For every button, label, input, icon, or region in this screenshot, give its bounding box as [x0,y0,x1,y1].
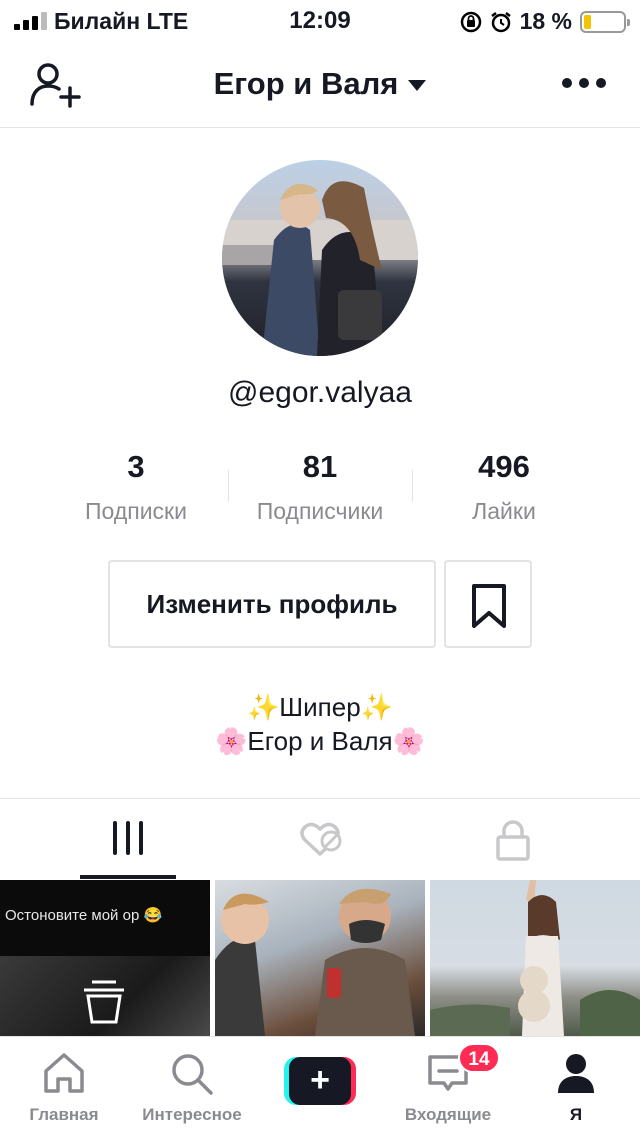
username: @egor.valyaa [228,376,412,409]
active-tab-indicator [80,875,176,879]
inbox-badge: 14 [458,1043,500,1073]
bio-line-1: ✨Шипер✨ [246,692,394,722]
alarm-icon [490,11,511,32]
trash-icon[interactable] [80,978,128,1026]
avatar[interactable] [222,160,418,356]
video-frame [430,880,640,1036]
video-grid: Остоновите мой ор 😂 [0,880,640,1036]
tab-liked[interactable] [213,799,426,879]
likes-count: 496 [478,449,530,484]
chevron-down-icon [408,80,427,92]
bookmark-icon [472,584,506,628]
tab-private[interactable] [426,799,639,879]
likes-stat[interactable]: 496 Лайки [404,448,604,525]
nav-profile-label: Я [569,1105,583,1124]
nav-home[interactable]: Главная [14,1037,114,1136]
profile-header: Егор и Валя [0,40,640,128]
liked-videos-icon [300,822,342,856]
nav-home-label: Главная [29,1105,99,1124]
favorites-button[interactable] [444,560,532,648]
nav-discover-label: Интересное [142,1105,242,1124]
video-frame [215,888,415,1036]
search-icon [172,1054,213,1095]
video-caption: Остоновите мой ор 😂 [5,907,163,924]
orientation-lock-icon [460,11,481,32]
following-stat[interactable]: 3 Подписки [36,448,236,525]
battery-percent: 18 % [519,8,572,34]
video-thumbnail[interactable]: Остоновите мой ор 😂 [0,880,210,1036]
status-bar: Билайн LTE 12:09 18 % [0,0,640,40]
bio: ✨Шипер✨ 🌸Егор и Валя🌸 [0,690,640,758]
following-count: 3 [127,449,145,484]
bio-line-2: 🌸Егор и Валя🌸 [215,726,425,756]
followers-label: Подписчики [256,498,384,524]
battery-fill [584,14,591,29]
edit-profile-button[interactable]: Изменить профиль [108,560,436,648]
account-name: Егор и Валя [213,66,399,101]
status-right: 18 % [460,8,630,35]
followers-count: 81 [302,449,338,484]
tab-videos[interactable] [0,799,213,879]
more-icon[interactable] [562,78,606,88]
battery-icon [580,10,630,33]
video-thumbnail[interactable] [215,880,425,1036]
create-video-button[interactable]: + [284,1057,356,1105]
account-switcher[interactable]: Егор и Валя [0,66,640,102]
profile-icon [558,1054,594,1093]
video-thumbnail[interactable] [430,880,640,1036]
nav-profile[interactable]: Я [536,1037,616,1136]
videos-grid-icon [113,821,143,855]
plus-icon: + [289,1057,351,1105]
profile-stats: 3 Подписки 81 Подписчики 496 Лайки [0,448,640,528]
likes-label: Лайки [472,498,536,524]
followers-stat[interactable]: 81 Подписчики [220,448,420,525]
following-label: Подписки [85,498,187,524]
profile-tabs [0,798,640,879]
bottom-nav: Главная Интересное + Входящие 14 Я [0,1036,640,1136]
nav-inbox-label: Входящие [404,1105,492,1124]
private-lock-icon [496,820,530,861]
home-icon [44,1053,84,1093]
avatar-photo [222,181,418,356]
nav-discover[interactable]: Интересное [128,1037,256,1136]
